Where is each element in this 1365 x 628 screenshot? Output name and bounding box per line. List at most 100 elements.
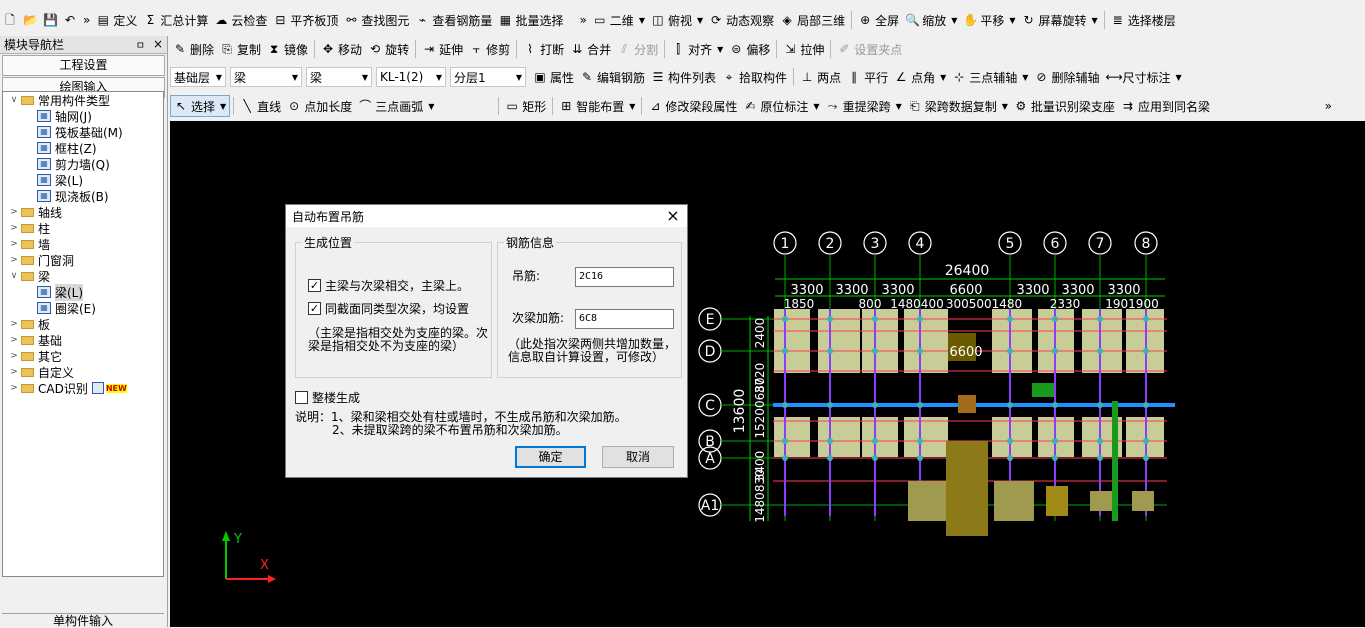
tb2-merge-button[interactable]: ⇊ 合并 xyxy=(567,38,614,60)
overflow-chevron-icon[interactable]: » xyxy=(1322,95,1335,117)
tab-project-settings[interactable]: 工程设置 xyxy=(2,55,165,76)
overflow-chevron-icon[interactable]: » xyxy=(576,9,589,31)
tree-item[interactable]: ▦ 现浇板(B) xyxy=(3,188,163,204)
tb4-cursor-button[interactable]: ↖ 选择 ▼ xyxy=(170,95,231,117)
tb2-align-button[interactable]: ⫿ 对齐 ▼ xyxy=(668,38,726,60)
chevron-right-icon[interactable]: > xyxy=(9,207,19,217)
chevron-right-icon[interactable]: > xyxy=(9,239,19,249)
floor-component-select-1[interactable]: 梁 ▼ xyxy=(230,67,302,87)
tree-folder[interactable]: > 柱 xyxy=(3,220,163,236)
tb2-trim-button[interactable]: ⫟ 修剪 xyxy=(466,38,513,60)
save-button[interactable]: 💾 xyxy=(40,9,60,31)
tree-folder[interactable]: > 其它 xyxy=(3,348,163,364)
tb1-floor-select-button[interactable]: ≣ 选择楼层 xyxy=(1108,9,1179,31)
tb1-top-view-button[interactable]: ◫ 俯视 ▼ xyxy=(648,9,706,31)
tb4-rectangle-button[interactable]: ▭ 矩形 xyxy=(502,95,549,117)
tree-folder[interactable]: ∨ 梁 xyxy=(3,268,163,284)
tb2-mirror-button[interactable]: ⧗ 镜像 xyxy=(264,38,311,60)
chevron-right-icon[interactable]: > xyxy=(9,351,19,361)
tb3-edit-rebar-button[interactable]: ✎ 编辑钢筋 xyxy=(577,66,648,88)
chevron-right-icon[interactable]: > xyxy=(9,319,19,329)
chevron-down-icon[interactable]: ∨ xyxy=(9,271,19,281)
tree-folder[interactable]: > 轴线 xyxy=(3,204,163,220)
undo-button[interactable]: ↶ xyxy=(60,9,80,31)
tb3-parallel-button[interactable]: ∥ 平行 xyxy=(844,66,891,88)
chevron-right-icon[interactable]: > xyxy=(9,223,19,233)
new-file-button[interactable]: 🗋 xyxy=(0,9,20,31)
tb2-rotate-button[interactable]: ⟲ 旋转 xyxy=(365,38,412,60)
tb4-apply-same-name-button[interactable]: ⇉ 应用到同名梁 xyxy=(1118,95,1213,117)
tb2-offset-button[interactable]: ⊜ 偏移 xyxy=(726,38,773,60)
tree-item[interactable]: ▦ 筏板基础(M) xyxy=(3,124,163,140)
single-component-input-tab[interactable]: 单构件输入 xyxy=(2,613,164,628)
tb1-align-slab-button[interactable]: ⊟ 平齐板顶 xyxy=(270,9,341,31)
tb2-split-button[interactable]: ⫽ 分割 xyxy=(614,38,661,60)
tree-folder[interactable]: > 基础 xyxy=(3,332,163,348)
ok-button[interactable]: 确定 xyxy=(515,446,586,468)
floor-component-select-4[interactable]: 分层1 ▼ xyxy=(450,67,526,87)
tb2-move-button[interactable]: ✥ 移动 xyxy=(318,38,365,60)
tree-item[interactable]: ▦ 梁(L) xyxy=(3,283,163,301)
tb4-line-button[interactable]: ╲ 直线 xyxy=(237,95,284,117)
tb3-two-point-button[interactable]: ⊥ 两点 xyxy=(797,66,844,88)
tb4-smart-layout-button[interactable]: ⊞ 智能布置 ▼ xyxy=(556,95,638,117)
tb2-copy-button[interactable]: ⎘ 复制 xyxy=(217,38,264,60)
close-icon[interactable]: × xyxy=(665,208,681,224)
tree-folder[interactable]: ∨ 常用构件类型 xyxy=(3,92,163,108)
floor-component-select-3[interactable]: KL-1(2) ▼ xyxy=(376,67,446,87)
tb1-orbit-button[interactable]: ⟳ 动态观察 xyxy=(706,9,777,31)
tb1-pan-button[interactable]: ✋ 平移 ▼ xyxy=(960,9,1018,31)
chevron-right-icon[interactable]: > xyxy=(9,255,19,265)
floor-component-select-2[interactable]: 梁 ▼ xyxy=(306,67,372,87)
tb4-span-copy-button[interactable]: ⎗ 梁跨数据复制 ▼ xyxy=(905,95,1011,117)
chevron-right-icon[interactable]: > xyxy=(9,335,19,345)
tb1-rebar-view-button[interactable]: ⌁ 查看钢筋量 xyxy=(412,9,495,31)
tb1-2d-button[interactable]: ▭ 二维 ▼ xyxy=(590,9,648,31)
same-section-checkbox[interactable]: ✓ 同截面同类型次梁，均设置 xyxy=(308,300,469,317)
pin-icon[interactable]: ㅁ xyxy=(136,37,145,52)
tb4-beam-span-button[interactable]: ⤳ 重提梁跨 ▼ xyxy=(823,95,905,117)
tb3-delete-axis-button[interactable]: ⊘ 删除辅轴 xyxy=(1031,66,1102,88)
tree-folder[interactable]: > 板 xyxy=(3,316,163,332)
tb4-point-length-button[interactable]: ⊙ 点加长度 xyxy=(284,95,355,117)
tb1-sigma-button[interactable]: Σ 汇总计算 xyxy=(140,9,211,31)
tb3-pick-button[interactable]: ⌖ 拾取构件 xyxy=(719,66,790,88)
whole-building-checkbox[interactable]: 整楼生成 xyxy=(295,389,360,406)
tb2-stretch-button[interactable]: ⇲ 拉伸 xyxy=(780,38,827,60)
tb3-component-list-button[interactable]: ☰ 构件列表 xyxy=(648,66,719,88)
chevron-right-icon[interactable]: > xyxy=(9,383,19,393)
tree-item[interactable]: ▦ 梁(L) xyxy=(3,172,163,188)
tb2-grip-button[interactable]: ✐ 设置夹点 xyxy=(834,38,905,60)
main-secondary-checkbox[interactable]: ✓ 主梁与次梁相交，主梁上。 xyxy=(308,277,469,294)
open-folder-button[interactable]: 📂 xyxy=(20,9,40,31)
tree-item[interactable]: ▦ 轴网(J) xyxy=(3,108,163,124)
tb4-beam-segment-button[interactable]: ⊿ 修改梁段属性 xyxy=(645,95,740,117)
tb3-dimension-button[interactable]: ⟷ 尺寸标注 ▼ xyxy=(1102,66,1184,88)
tb4-arc-button[interactable]: ⌒ 三点画弧 ▼ xyxy=(355,95,495,117)
tree-item[interactable]: ▦ 框柱(Z) xyxy=(3,140,163,156)
cancel-button[interactable]: 取消 xyxy=(602,446,674,468)
tb4-in-situ-label-button[interactable]: ✍ 原位标注 ▼ xyxy=(740,95,822,117)
tb2-delete-button[interactable]: ✎ 删除 xyxy=(170,38,217,60)
tb1-cloud-check-button[interactable]: ☁ 云检查 xyxy=(211,9,270,31)
tb2-break-button[interactable]: ⌇ 打断 xyxy=(520,38,567,60)
tb1-local-3d-button[interactable]: ◈ 局部三维 xyxy=(777,9,848,31)
tb4-batch-support-button[interactable]: ⚙ 批量识别梁支座 xyxy=(1011,95,1118,117)
tree-item[interactable]: ▦ 圈梁(E) xyxy=(3,300,163,316)
chevron-right-icon[interactable]: > xyxy=(9,367,19,377)
tb1-zoom-button[interactable]: 🔍 缩放 ▼ xyxy=(902,9,960,31)
tree-folder[interactable]: > 门窗洞 xyxy=(3,252,163,268)
overflow-chevron-icon[interactable]: » xyxy=(80,9,93,31)
tree-folder[interactable]: > CAD识别 NEW xyxy=(3,380,163,396)
tree-folder[interactable]: > 墙 xyxy=(3,236,163,252)
chevron-down-icon[interactable]: ∨ xyxy=(9,95,19,105)
tb1-binoculars-button[interactable]: ⚯ 查找图元 xyxy=(341,9,412,31)
tb1-fullscreen-button[interactable]: ⊕ 全屏 xyxy=(855,9,902,31)
tb3-three-point-axis-button[interactable]: ⊹ 三点辅轴 ▼ xyxy=(949,66,1031,88)
tree-folder[interactable]: > 自定义 xyxy=(3,364,163,380)
tb1-rotate-screen-button[interactable]: ↻ 屏幕旋转 ▼ xyxy=(1019,9,1101,31)
secondary-reinforce-input[interactable]: 6C8 xyxy=(575,309,674,329)
close-icon[interactable]: × xyxy=(153,37,163,52)
hanger-input[interactable]: 2C16 xyxy=(575,267,674,287)
tb1-batch-select-button[interactable]: ▦ 批量选择 xyxy=(495,9,566,31)
